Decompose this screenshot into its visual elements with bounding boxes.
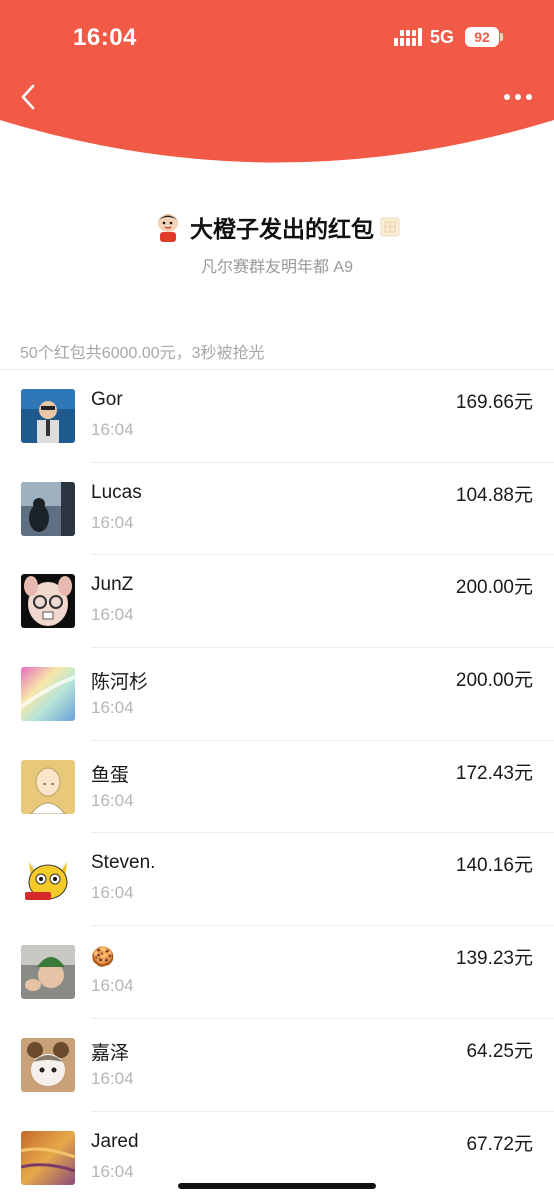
avatar[interactable] (21, 759, 75, 814)
record-amount: 200.00元 (455, 577, 533, 599)
record-name: 嘉泽 (91, 1042, 130, 1064)
record-time: 16:04 (91, 976, 134, 996)
avatar[interactable] (21, 852, 75, 907)
battery-level: 92 (465, 27, 499, 47)
group-name: 凡尔赛群友明年都 A9 (200, 259, 354, 276)
record-time: 16:04 (91, 512, 134, 532)
record-time: 16:04 (91, 605, 134, 625)
sender-title: 大橙子发出的红包 (190, 216, 374, 242)
record-time: 16:04 (91, 883, 134, 903)
summary-text: 50个红包共6000.00元，3秒被抢光 (20, 345, 265, 362)
status-time: 16:04 (73, 24, 137, 51)
back-button[interactable] (14, 82, 44, 112)
sender-info: 大橙子发出的红包 (0, 205, 554, 249)
record-row[interactable]: 陈河杉 16:04 200.00元 (0, 648, 554, 741)
record-time: 16:04 (91, 1161, 134, 1181)
record-row[interactable]: 🍪 16:04 139.23元 (0, 926, 554, 1019)
record-row[interactable]: 嘉泽 16:04 64.25元 (0, 1019, 554, 1112)
record-row[interactable]: JunZ 16:04 200.00元 (0, 555, 554, 649)
home-indicator[interactable] (178, 1183, 376, 1189)
battery-icon: 92 (465, 27, 503, 47)
status-bar: 16:04 5G 92 (0, 0, 554, 72)
record-amount: 200.00元 (455, 670, 533, 692)
record-name: 鱼蛋 (91, 764, 130, 786)
avatar[interactable] (21, 1130, 75, 1185)
record-name: 🍪 (91, 947, 115, 969)
record-name: Gor (91, 389, 123, 410)
record-time: 16:04 (91, 698, 134, 718)
record-name: JunZ (91, 574, 134, 596)
avatar[interactable] (21, 667, 75, 722)
record-amount: 64.25元 (466, 1040, 533, 1062)
record-amount: 104.88元 (455, 484, 533, 506)
record-amount: 139.23元 (455, 948, 533, 970)
record-amount: 67.72元 (466, 1133, 533, 1155)
avatar[interactable] (21, 1037, 75, 1092)
envelope-cover-icon[interactable] (380, 217, 400, 237)
avatar[interactable] (21, 945, 75, 1000)
network-type: 5G (430, 27, 455, 47)
more-button[interactable] (500, 84, 536, 110)
avatar[interactable] (21, 389, 75, 443)
record-time: 16:04 (91, 790, 134, 810)
avatar[interactable] (21, 574, 75, 629)
record-name: Steven. (91, 852, 156, 874)
signal-icon (394, 28, 422, 46)
record-row[interactable]: Steven. 16:04 140.16元 (0, 833, 554, 927)
record-amount: 172.43元 (455, 762, 533, 784)
sender-avatar[interactable] (154, 212, 182, 242)
record-time: 16:04 (91, 420, 134, 439)
record-row[interactable]: Lucas 16:04 104.88元 (0, 463, 554, 556)
record-amount: 169.66元 (455, 392, 533, 413)
record-list: Gor 16:04 169.66元 Lucas 16:04 104.88元 Ju… (0, 370, 554, 1200)
header: 16:04 5G 92 (0, 0, 554, 170)
avatar[interactable] (21, 481, 75, 536)
record-amount: 140.16元 (455, 855, 533, 877)
record-name: Jared (91, 1130, 139, 1152)
record-time: 16:04 (91, 1068, 134, 1088)
record-name: Lucas (91, 481, 142, 503)
record-row[interactable]: Gor 16:04 169.66元 (0, 370, 554, 463)
record-name: 陈河杉 (91, 672, 149, 694)
record-row[interactable]: 鱼蛋 16:04 172.43元 (0, 741, 554, 834)
